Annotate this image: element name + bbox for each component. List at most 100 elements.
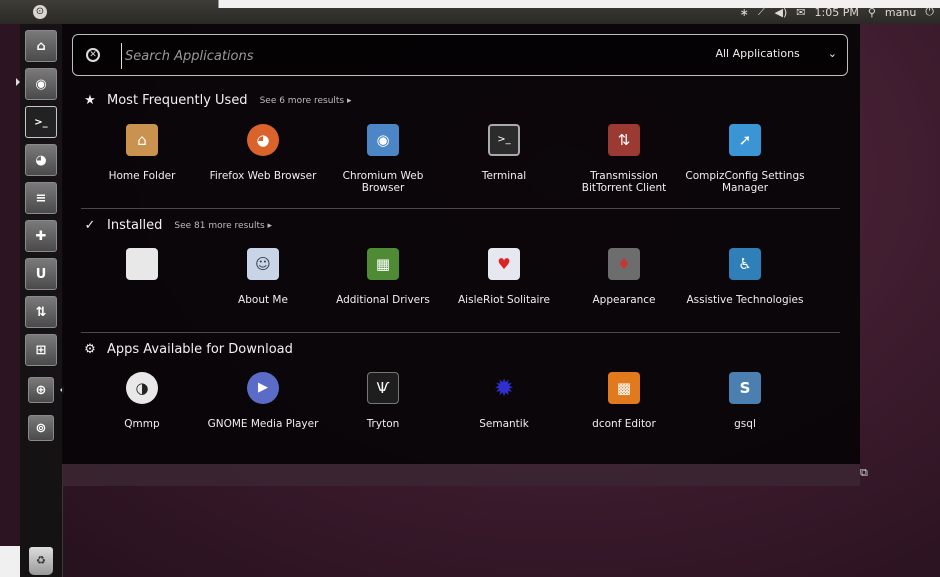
app-firefox[interactable]: ◕ Firefox Web Browser — [203, 124, 323, 182]
desktop-edge — [0, 24, 20, 577]
chromium-icon: ◉ — [367, 124, 399, 156]
app-label: Additional Drivers — [336, 294, 430, 306]
desktop-document — [0, 546, 20, 577]
section-apps-for-download: ⚙ Apps Available for Download — [82, 342, 293, 357]
clock[interactable]: 1:05 PM — [815, 6, 859, 19]
dash-bottom-edge — [62, 464, 860, 486]
app-transmission[interactable]: ⇅ Transmission BitTorrent Client — [564, 124, 684, 194]
app-label: Terminal — [481, 170, 527, 182]
app-label: Appearance — [592, 294, 656, 306]
app-label: Assistive Technologies — [686, 294, 804, 306]
app-document[interactable] — [82, 248, 202, 294]
check-circle-icon: ✓ — [84, 218, 96, 233]
user-icon[interactable]: ⚲ — [868, 6, 876, 19]
launcher-transmission[interactable]: ⇅ — [25, 296, 57, 328]
terminal-icon: >_ — [488, 124, 520, 156]
app-label: About Me — [238, 294, 288, 306]
app-label: CompizConfig Settings Manager — [685, 170, 805, 194]
launcher-text-editor[interactable]: ≡ — [25, 182, 57, 214]
tie-icon: ♦ — [608, 248, 640, 280]
app-about-me[interactable]: ☺ About Me — [203, 248, 323, 306]
filter-dropdown[interactable]: All Applications ⌄ — [715, 47, 837, 60]
app-label: AisleRiot Solitaire — [458, 294, 550, 306]
filter-label: All Applications — [715, 47, 800, 60]
running-indicator — [16, 78, 20, 86]
maximize-dash-icon[interactable]: ⧉ — [860, 466, 872, 479]
search-bar: ✕ All Applications ⌄ — [72, 34, 848, 76]
app-qmmp[interactable]: ◑ Qmmp — [82, 372, 202, 430]
qmmp-icon: ◑ — [126, 372, 158, 404]
app-dconf-editor[interactable]: ▩ dconf Editor — [564, 372, 684, 430]
app-additional-drivers[interactable]: ▦ Additional Drivers — [323, 248, 443, 306]
section-most-frequently-used: ★ Most Frequently Used See 6 more result… — [82, 93, 352, 108]
gsql-icon: S — [729, 372, 761, 404]
chip-icon: ▦ — [367, 248, 399, 280]
section-divider — [81, 332, 840, 333]
app-label: Home Folder — [108, 170, 176, 182]
transmission-icon: ⇅ — [608, 124, 640, 156]
app-label: dconf Editor — [592, 418, 656, 430]
trash-icon[interactable]: ♻ — [29, 547, 53, 575]
app-gsql[interactable]: S gsql — [685, 372, 805, 430]
about-me-icon: ☺ — [247, 248, 279, 280]
playing-cards-icon: ♥ — [488, 248, 520, 280]
app-home-folder[interactable]: ⌂ Home Folder — [82, 124, 202, 182]
app-chromium[interactable]: ◉ Chromium Web Browser — [323, 124, 443, 194]
download-badge-icon: ⚙ — [84, 342, 96, 357]
accessibility-icon: ♿ — [729, 248, 761, 280]
app-label: Semantik — [479, 418, 529, 430]
search-input[interactable] — [121, 43, 667, 69]
app-label: Qmmp — [124, 418, 160, 430]
app-label: Firefox Web Browser — [209, 170, 317, 182]
clear-search-icon[interactable]: ✕ — [86, 48, 100, 62]
see-more-link[interactable]: See 81 more results ▸ — [174, 221, 272, 231]
compizconfig-icon: ➚ — [729, 124, 761, 156]
launcher-terminal[interactable]: >_ — [25, 106, 57, 138]
launcher-home-folder[interactable]: ⌂ — [25, 30, 57, 62]
top-panel: ⊙ ∗ ⟋ ◀) ✉ 1:05 PM ⚲ manu ⏻ — [0, 0, 940, 24]
app-label: gsql — [734, 418, 756, 430]
dash-overlay: ✕ All Applications ⌄ ★ Most Frequently U… — [62, 24, 860, 464]
app-aisleriot[interactable]: ♥ AisleRiot Solitaire — [444, 248, 564, 306]
power-icon[interactable]: ⏻ — [925, 5, 934, 19]
app-compizconfig[interactable]: ➚ CompizConfig Settings Manager — [685, 124, 805, 194]
app-label: Tryton — [366, 418, 400, 430]
app-tryton[interactable]: Ѱ Tryton — [323, 372, 443, 430]
section-installed: ✓ Installed See 81 more results ▸ — [82, 218, 273, 233]
app-terminal[interactable]: >_ Terminal — [444, 124, 564, 182]
section-divider — [81, 208, 840, 209]
app-label: Chromium Web Browser — [342, 170, 424, 194]
app-assistive-technologies[interactable]: ♿ Assistive Technologies — [685, 248, 805, 306]
document-icon — [126, 248, 158, 280]
launcher-files-lens[interactable]: ⊚ — [28, 415, 54, 441]
app-label: Transmission BitTorrent Client — [581, 170, 667, 194]
network-icon[interactable]: ⟋ — [758, 5, 766, 19]
launcher-ubuntu-one[interactable]: U — [25, 258, 57, 290]
tryton-icon: Ѱ — [367, 372, 399, 404]
launcher-software-center[interactable]: ✚ — [25, 220, 57, 252]
play-icon: ▶ — [247, 372, 279, 404]
section-title: Installed — [107, 218, 163, 233]
see-more-link[interactable]: See 6 more results ▸ — [260, 96, 352, 106]
launcher-chromium[interactable]: ◉ — [25, 68, 57, 100]
launcher: ⌂ ◉ >_ ◕ ≡ ✚ U ⇅ ⊞ ⊕ ⊚ ♻ — [16, 24, 64, 577]
volume-icon[interactable]: ◀) — [775, 6, 788, 19]
star-icon: ★ — [84, 93, 96, 108]
firefox-icon: ◕ — [247, 124, 279, 156]
section-title: Apps Available for Download — [107, 342, 293, 357]
section-title: Most Frequently Used — [107, 93, 248, 108]
app-gnome-media-player[interactable]: ▶ GNOME Media Player — [203, 372, 323, 430]
chevron-down-icon: ⌄ — [827, 47, 837, 60]
launcher-firefox[interactable]: ◕ — [25, 144, 57, 176]
user-name[interactable]: manu — [885, 6, 916, 19]
app-appearance[interactable]: ♦ Appearance — [564, 248, 684, 306]
dash-home-button[interactable]: ⊙ — [33, 5, 47, 19]
bluetooth-icon[interactable]: ∗ — [740, 6, 749, 19]
launcher-workspaces[interactable]: ⊞ — [25, 334, 57, 366]
app-semantik[interactable]: ✹ Semantik — [444, 372, 564, 430]
semantik-icon: ✹ — [493, 374, 515, 402]
indicator-area: ∗ ⟋ ◀) ✉ 1:05 PM ⚲ manu ⏻ — [740, 0, 934, 24]
launcher-apps-lens[interactable]: ⊕ — [28, 377, 54, 403]
dconf-editor-icon: ▩ — [608, 372, 640, 404]
mail-icon[interactable]: ✉ — [796, 6, 805, 19]
